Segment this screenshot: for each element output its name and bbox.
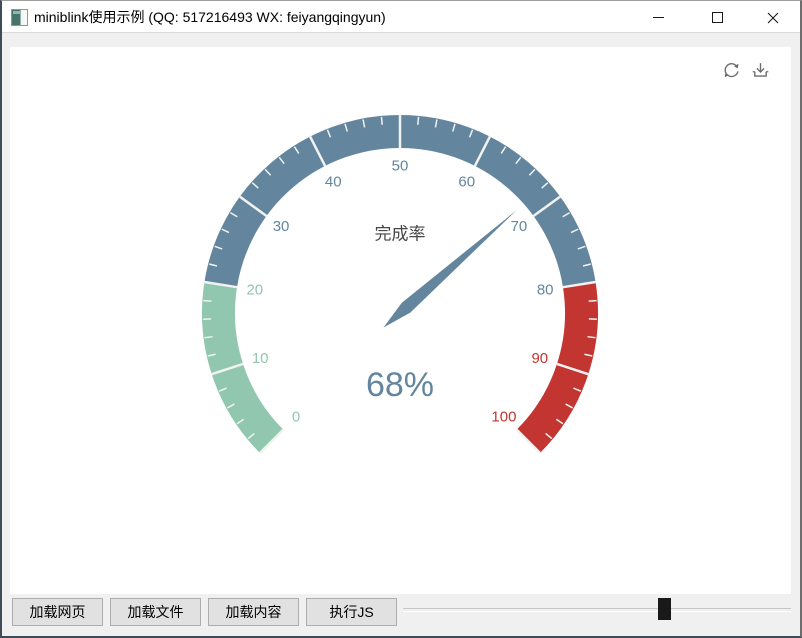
gauge-axis-label: 100 [491,408,516,425]
gauge-title: 完成率 [375,225,426,244]
download-icon[interactable] [750,60,771,81]
gauge-minor-tick [418,117,419,125]
maximize-icon [712,12,723,23]
gauge-axis-label: 50 [392,158,409,175]
chart-toolbox [721,60,771,81]
gauge-band-segment [221,131,580,284]
gauge-axis-label: 60 [458,174,475,191]
app-icon [11,9,28,26]
titlebar: miniblink使用示例 (QQ: 517216493 WX: feiyang… [2,1,800,33]
close-button[interactable] [745,1,802,33]
webview: 0 10 20 30 40 50 60 70 80 90 100 完成率 68% [10,47,791,594]
gauge-minor-tick [381,117,382,125]
slider-track[interactable] [403,608,791,612]
gauge-minor-tick [203,301,211,302]
load-file-button[interactable]: 加载文件 [110,598,201,626]
maximize-button[interactable] [689,1,746,33]
load-content-button[interactable]: 加载内容 [208,598,299,626]
slider-handle[interactable] [658,598,671,620]
execute-js-button[interactable]: 执行JS [306,598,397,626]
gauge-axis-label: 30 [273,218,290,235]
window-title: miniblink使用示例 (QQ: 517216493 WX: feiyang… [34,1,386,33]
gauge-minor-tick [205,337,213,338]
gauge-axis-label: 40 [325,174,342,191]
load-webpage-button[interactable]: 加载网页 [12,598,103,626]
minimize-button[interactable] [630,1,687,33]
gauge-axis-label: 70 [511,218,528,235]
gauge-minor-tick [589,301,597,302]
gauge-axis-label: 20 [246,282,263,299]
gauge-chart: 0 10 20 30 40 50 60 70 80 90 100 完成率 68% [10,47,791,594]
app-window: miniblink使用示例 (QQ: 517216493 WX: feiyang… [0,0,802,638]
gauge-axis-label: 0 [292,408,300,425]
gauge-axis-label: 80 [537,282,554,299]
gauge-axis-label: 10 [252,350,269,367]
minimize-icon [653,17,664,18]
close-icon [767,12,779,24]
gauge-minor-tick [588,337,596,338]
gauge-value: 68% [366,366,434,404]
refresh-icon[interactable] [721,60,742,81]
gauge-axis-label: 90 [531,350,548,367]
